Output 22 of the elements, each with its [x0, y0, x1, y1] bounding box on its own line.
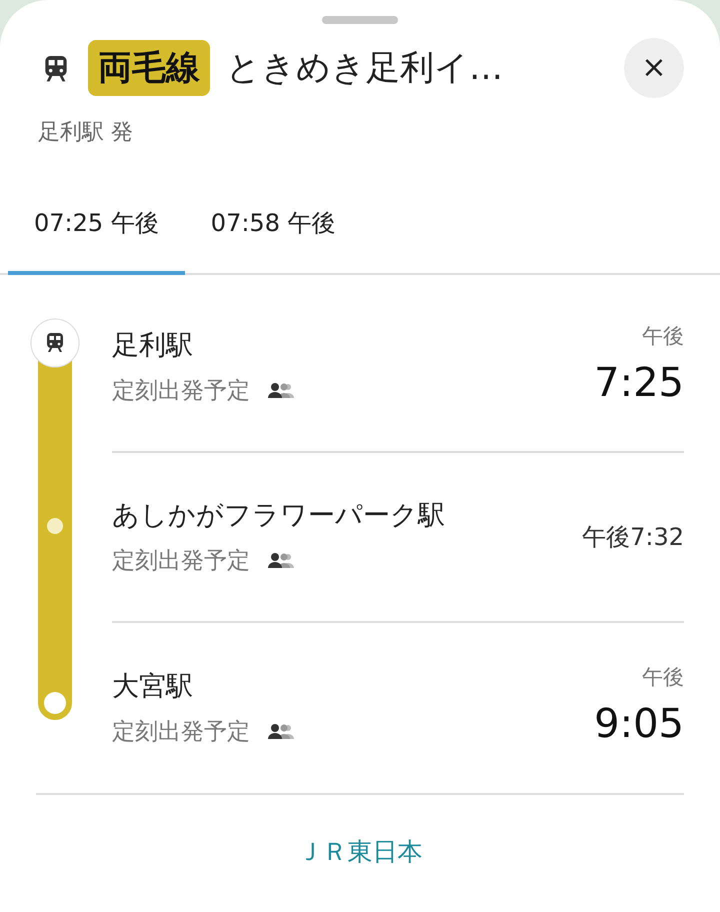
status-text: 定刻出発予定	[112, 547, 250, 576]
close-button[interactable]: ×	[624, 38, 684, 98]
time-period: 午後	[641, 664, 684, 692]
time-tab[interactable]: 07:58 午後	[184, 193, 362, 275]
station-name: 足利駅	[112, 328, 194, 362]
operator-link[interactable]: ＪＲ東日本	[298, 837, 422, 866]
time-period: 午後	[641, 323, 684, 350]
route-title: ときめき足利イ…	[226, 46, 504, 90]
status-text: 定刻出発予定	[112, 718, 250, 747]
departure-station: 足利駅 発	[38, 120, 133, 145]
station-name: あしかがフラワーパーク駅	[112, 498, 446, 532]
train-stop-icon	[30, 318, 80, 368]
stop-dot	[47, 518, 63, 534]
line-badge: 両毛線	[88, 40, 210, 96]
status-text: 定刻出発予定	[112, 377, 250, 406]
station-name: 大宮駅	[112, 670, 194, 704]
drag-handle[interactable]	[322, 16, 398, 24]
departure-time: 7:25	[594, 358, 684, 408]
terminal-dot	[44, 692, 66, 714]
departure-time: 午後7:32	[582, 522, 684, 553]
departure-time: 9:05	[594, 700, 684, 749]
time-tab[interactable]: 07:25 午後	[8, 193, 185, 275]
